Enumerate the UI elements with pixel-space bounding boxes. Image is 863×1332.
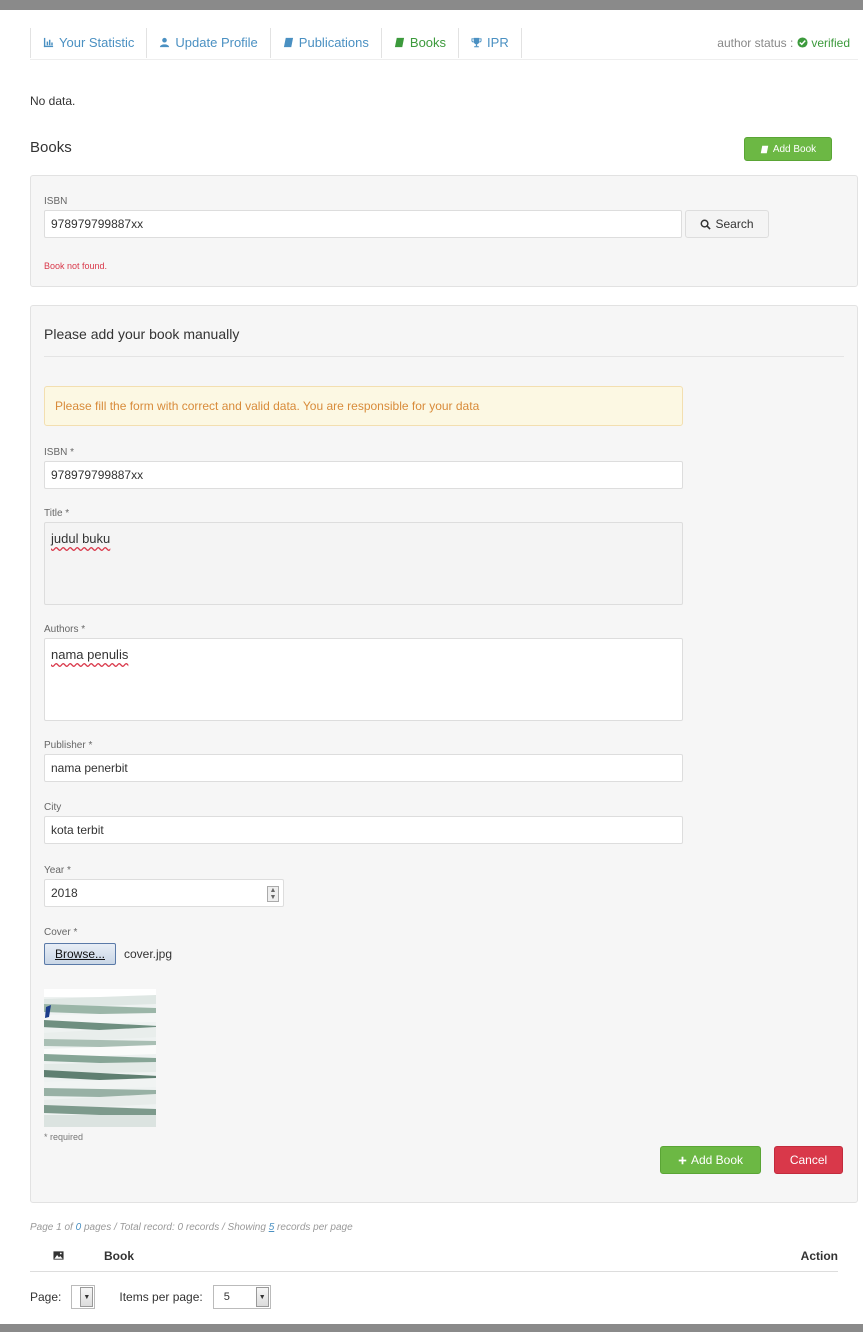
tab-label: Publications (298, 35, 369, 50)
tab-label: Update Profile (175, 35, 258, 50)
pager-records-suffix: records / Showing (185, 1222, 266, 1233)
isbn-search-label: ISBN (44, 196, 68, 207)
title-field[interactable]: judul buku (44, 522, 683, 605)
check-circle-icon (797, 37, 808, 48)
verified-text: verified (811, 35, 850, 50)
pager-records: 0 (177, 1222, 184, 1233)
required-note: * required (44, 1132, 84, 1142)
action-column-header: Action (800, 1248, 838, 1263)
form-title: Please add your book manually (44, 326, 240, 342)
manual-add-form: Please add your book manually Please fil… (30, 305, 858, 1203)
cover-file-name: cover.jpg (124, 947, 173, 961)
divider (44, 356, 844, 357)
warning-alert: Please fill the form with correct and va… (44, 386, 683, 426)
authors-value: nama penulis (51, 647, 129, 662)
isbn-value: 978979799887xx (51, 468, 144, 482)
page-label: Page: (30, 1290, 62, 1304)
year-spinner[interactable]: ▲ ▼ (267, 886, 279, 902)
search-error-message: Book not found. (44, 261, 108, 271)
pager-controls: Page: ▼ Items per page: 5 ▼ (30, 1285, 271, 1309)
search-button-label: Search (715, 217, 754, 231)
isbn-label: ISBN * (44, 447, 75, 458)
isbn-field[interactable]: 978979799887xx (44, 461, 683, 489)
items-per-page-label: Items per page: (119, 1290, 203, 1304)
tab-books[interactable]: Books (382, 27, 460, 58)
add-book-top-label: Add Book (772, 143, 817, 155)
publisher-label: Publisher * (44, 740, 93, 751)
pager-prefix: Page (30, 1222, 54, 1233)
isbn-search-input[interactable]: 978979799887xx (44, 210, 682, 238)
cover-file-input: Browse... cover.jpg (44, 943, 172, 965)
year-label: Year * (44, 865, 71, 876)
pagination-info: Page 1 of 0 pages / Total record: 0 reco… (30, 1222, 353, 1233)
city-label: City (44, 802, 62, 813)
page-select[interactable]: ▼ (71, 1285, 96, 1309)
add-book-button-label: Add Book (690, 1153, 744, 1167)
tab-your-statistic[interactable]: Your Statistic (30, 27, 148, 58)
book-icon (394, 37, 404, 48)
year-value: 2018 (51, 886, 78, 900)
city-value: kota terbit (51, 823, 104, 837)
book-column-header: Book (104, 1248, 134, 1263)
cancel-button[interactable]: Cancel (774, 1146, 843, 1174)
year-field[interactable]: 2018 ▲ ▼ (44, 879, 284, 907)
stack-of-papers-image (44, 989, 156, 1127)
books-section-title: Books (30, 139, 72, 156)
author-status-label: author status : (717, 35, 794, 50)
chevron-down-icon: ▼ (80, 1287, 94, 1307)
add-book-button[interactable]: Add Book (660, 1146, 761, 1174)
publisher-value: nama penerbit (51, 761, 128, 775)
user-icon (160, 37, 170, 48)
search-button[interactable]: Search (685, 210, 769, 238)
author-status: author status : verified (717, 36, 858, 50)
search-icon (701, 219, 712, 230)
items-per-page-select[interactable]: 5 ▼ (212, 1285, 271, 1309)
city-field[interactable]: kota terbit (44, 816, 683, 844)
browse-button[interactable]: Browse... (44, 943, 116, 965)
tab-label: IPR (487, 35, 509, 50)
cancel-button-label: Cancel (789, 1153, 828, 1167)
chevron-down-icon: ▼ (255, 1287, 269, 1307)
book-icon (760, 145, 769, 153)
pager-suffix: records per page (277, 1222, 353, 1233)
pager-total-pages: 0 (75, 1222, 82, 1233)
authors-field[interactable]: nama penulis (44, 638, 683, 721)
isbn-search-panel: ISBN 978979799887xx Search Book not foun… (30, 175, 858, 287)
plus-icon (678, 1156, 687, 1164)
image-icon (52, 1251, 64, 1260)
tab-label: Your Statistic (59, 35, 135, 50)
authors-label: Authors * (44, 624, 86, 635)
pager-of: of (64, 1222, 73, 1233)
pager-per-page-link[interactable]: 5 (269, 1222, 275, 1233)
books-table-header: Book Action (30, 1240, 838, 1272)
cover-preview-image (44, 989, 156, 1127)
profile-nav: Your Statistic Update Profile Publicatio… (30, 26, 858, 60)
tab-update-profile[interactable]: Update Profile (147, 27, 271, 58)
verified-badge: verified (797, 36, 850, 50)
tab-publications[interactable]: Publications (271, 27, 382, 58)
top-border (0, 0, 863, 10)
bar-chart-icon (43, 37, 54, 48)
publisher-field[interactable]: nama penerbit (44, 754, 683, 782)
tab-ipr[interactable]: IPR (459, 27, 522, 58)
title-value: judul buku (51, 531, 111, 546)
pager-current-page: 1 (56, 1222, 62, 1233)
trophy-icon (471, 37, 482, 48)
title-label: Title * (44, 508, 70, 519)
cover-label: Cover * (44, 927, 78, 938)
items-per-page-value: 5 (223, 1291, 230, 1303)
no-data-text: No data. (30, 94, 76, 108)
add-book-top-button[interactable]: Add Book (744, 137, 832, 161)
book-icon (283, 37, 293, 48)
isbn-search-value: 978979799887xx (51, 217, 144, 231)
image-column-header (30, 1250, 86, 1261)
pager-middle: pages / Total record: (83, 1222, 175, 1233)
bottom-border (0, 1324, 863, 1332)
tab-label: Books (409, 35, 447, 50)
